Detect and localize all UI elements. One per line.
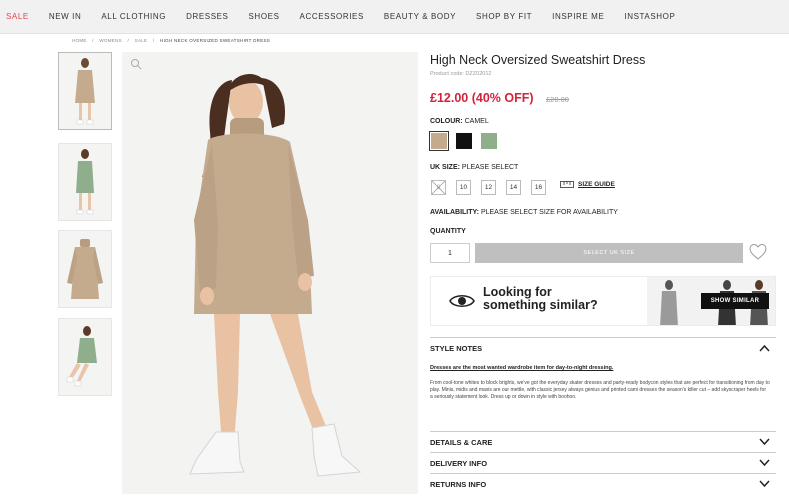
delivery-info-header[interactable]: DELIVERY INFO xyxy=(430,453,776,473)
size-option-unavailable[interactable]: 8 xyxy=(431,180,446,195)
nav-shoes[interactable]: SHOES xyxy=(249,12,280,21)
breadcrumb-separator: / xyxy=(92,38,94,43)
style-notes-header[interactable]: STYLE NOTES xyxy=(430,338,776,358)
nav-all-clothing[interactable]: ALL CLOTHING xyxy=(101,12,166,21)
quantity-label-text: QUANTITY xyxy=(430,228,466,235)
breadcrumb-separator: / xyxy=(152,38,155,43)
sale-price: £12.00 (40% OFF) xyxy=(430,91,534,105)
details-care-header[interactable]: DETAILS & CARE xyxy=(430,432,776,452)
swatch-black[interactable] xyxy=(456,133,472,149)
chevron-up-icon xyxy=(759,344,770,352)
model-figure-icon xyxy=(75,58,95,125)
thumbnail-camel-front[interactable] xyxy=(58,52,112,130)
chevron-down-icon xyxy=(759,480,770,488)
returns-info-title: RETURNS INFO xyxy=(430,479,487,489)
size-guide-label: SIZE GUIDE xyxy=(578,181,615,188)
size-option-label: 16 xyxy=(534,184,543,191)
nav-accessories[interactable]: ACCESSORIES xyxy=(300,12,364,21)
size-label: UK SIZE: PLEASE SELECT xyxy=(430,164,518,171)
returns-info-header[interactable]: RETURNS INFO xyxy=(430,474,776,494)
size-guide-link[interactable]: SIZE GUIDE xyxy=(560,181,615,188)
availability-value: PLEASE SELECT SIZE FOR AVAILABILITY xyxy=(480,209,618,216)
delivery-info-section[interactable]: DELIVERY INFO xyxy=(430,452,776,472)
size-option-label: 14 xyxy=(509,184,518,191)
chevron-down-icon xyxy=(759,438,770,446)
swatch-sage[interactable] xyxy=(481,133,497,149)
size-label-title: UK SIZE: xyxy=(430,164,460,171)
eye-icon xyxy=(449,294,475,308)
breadcrumb-sale[interactable]: SALE xyxy=(135,38,148,43)
size-option[interactable]: 16 xyxy=(531,180,546,195)
find-similar-banner: Looking for something similar? SHOW SIMI… xyxy=(430,276,776,326)
delivery-info-title: DELIVERY INFO xyxy=(430,458,488,468)
main-product-image[interactable] xyxy=(122,52,418,494)
nav-sale[interactable]: SALE xyxy=(6,12,29,21)
model-figure-icon xyxy=(66,326,97,387)
model-figure-icon xyxy=(76,149,94,215)
unavailable-cross-icon xyxy=(431,180,446,195)
nav-dresses[interactable]: DRESSES xyxy=(186,12,228,21)
zoom-icon[interactable] xyxy=(130,58,142,70)
chevron-down-icon xyxy=(759,459,770,467)
details-care-title: DETAILS & CARE xyxy=(430,437,493,447)
size-option-label: 12 xyxy=(484,184,493,191)
product-title: High Neck Oversized Sweatshirt Dress xyxy=(430,53,646,67)
nav-inspire-me[interactable]: INSPIRE ME xyxy=(552,12,604,21)
style-notes-body: From cool-tone whites to block brights, … xyxy=(430,380,770,400)
select-size-button[interactable]: SELECT UK SIZE xyxy=(475,243,743,263)
product-code: Product code: DZZ02012 xyxy=(430,71,492,77)
ruler-icon xyxy=(560,181,574,188)
breadcrumb: HOME / WOMENS / SALE / HIGH NECK OVERSIZ… xyxy=(72,38,274,43)
thumbnail-sage-seated[interactable] xyxy=(58,318,112,396)
size-option-label: 10 xyxy=(459,184,468,191)
breadcrumb-home[interactable]: HOME xyxy=(72,38,87,43)
quantity-label: QUANTITY xyxy=(430,228,466,235)
original-price: £20.00 xyxy=(546,95,569,104)
style-notes-title: STYLE NOTES xyxy=(430,343,483,353)
similar-text: Looking for something similar? xyxy=(483,286,598,312)
thumbnail-camel-flat[interactable] xyxy=(58,230,112,308)
top-nav: SALE NEW IN ALL CLOTHING DRESSES SHOES A… xyxy=(0,0,789,34)
style-notes-section[interactable]: STYLE NOTES xyxy=(430,337,776,357)
size-option[interactable]: 12 xyxy=(481,180,496,195)
dress-flat-icon xyxy=(67,239,103,299)
availability: AVAILABILITY: PLEASE SELECT SIZE FOR AVA… xyxy=(430,209,618,216)
show-similar-button[interactable]: SHOW SIMILAR xyxy=(701,293,769,309)
size-option[interactable]: 10 xyxy=(456,180,471,195)
nav-instashop[interactable]: INSTASHOP xyxy=(624,12,675,21)
nav-shop-by-fit[interactable]: SHOP BY FIT xyxy=(476,12,532,21)
quantity-input[interactable]: 1 xyxy=(430,243,470,263)
thumbnail-sage[interactable] xyxy=(58,143,112,221)
details-care-section[interactable]: DETAILS & CARE xyxy=(430,431,776,451)
colour-label-title: COLOUR: xyxy=(430,118,463,125)
breadcrumb-current: HIGH NECK OVERSIZED SWEATSHIRT DRESS xyxy=(160,38,271,43)
size-option[interactable]: 14 xyxy=(506,180,521,195)
availability-label: AVAILABILITY: xyxy=(430,209,479,216)
wishlist-heart-icon[interactable] xyxy=(749,243,767,261)
nav-beauty-body[interactable]: BEAUTY & BODY xyxy=(384,12,456,21)
style-notes-lead: Dresses are the most wanted wardrobe ite… xyxy=(430,365,614,371)
colour-value: CAMEL xyxy=(464,118,489,125)
model-photo xyxy=(189,74,362,477)
similar-line-2: something similar? xyxy=(483,298,598,312)
colour-label: COLOUR: CAMEL xyxy=(430,118,489,125)
returns-info-section[interactable]: RETURNS INFO xyxy=(430,473,776,493)
size-value: PLEASE SELECT xyxy=(461,164,519,171)
breadcrumb-separator: / xyxy=(127,38,130,43)
nav-new-in[interactable]: NEW IN xyxy=(49,12,82,21)
swatch-camel[interactable] xyxy=(429,131,449,151)
breadcrumb-womens[interactable]: WOMENS xyxy=(99,38,122,43)
